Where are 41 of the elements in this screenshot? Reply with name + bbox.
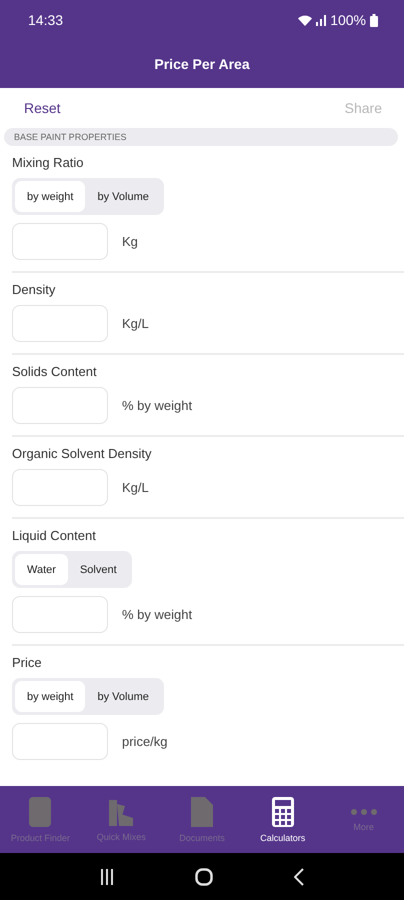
input-field[interactable] [12, 596, 108, 633]
segment-option[interactable]: by Volume [85, 181, 161, 212]
calculator-icon [272, 796, 294, 826]
field-label: Organic Solvent Density [12, 446, 152, 461]
more-icon [350, 808, 378, 816]
document-icon [190, 796, 213, 826]
input-field[interactable] [12, 469, 108, 506]
input-field[interactable] [12, 223, 108, 260]
unit-label: Kg/L [122, 316, 149, 331]
unit-label: Kg/L [122, 480, 149, 495]
battery-level: 100% [330, 12, 366, 28]
unit-label: % by weight [122, 607, 192, 622]
input-field[interactable] [12, 387, 108, 424]
status-time: 14:33 [28, 12, 64, 28]
segment-option[interactable]: by Volume [85, 681, 161, 712]
color-fan-icon [107, 798, 136, 826]
field-label: Liquid Content [12, 528, 97, 543]
field-label: Solids Content [12, 364, 98, 379]
segment-option[interactable]: Water [15, 554, 68, 585]
unit-label: price/kg [122, 734, 168, 749]
unit-label: % by weight [122, 398, 192, 413]
back-icon[interactable] [294, 868, 304, 886]
input-field[interactable] [12, 723, 108, 760]
screen-title: Price Per Area [154, 56, 250, 72]
recent-apps-icon[interactable] [100, 868, 114, 884]
field-label: Density [12, 282, 56, 297]
home-icon[interactable] [194, 868, 213, 886]
wifi-icon [298, 14, 312, 26]
signal-icon [316, 14, 326, 26]
paint-can-icon [28, 796, 52, 826]
segment-option[interactable]: by weight [15, 681, 86, 712]
segment-option[interactable]: Solvent [68, 554, 129, 585]
segment-option[interactable]: by weight [15, 181, 86, 212]
field-label: Price [12, 655, 43, 670]
section-header: BASE PAINT PROPERTIES [4, 128, 398, 146]
input-field[interactable] [12, 305, 108, 342]
nav-tab[interactable]: Calculators [242, 786, 324, 853]
reset-button[interactable]: Reset [24, 100, 61, 116]
battery-icon [370, 14, 378, 26]
unit-label: Kg [122, 234, 138, 249]
field-label: Mixing Ratio [12, 155, 85, 170]
